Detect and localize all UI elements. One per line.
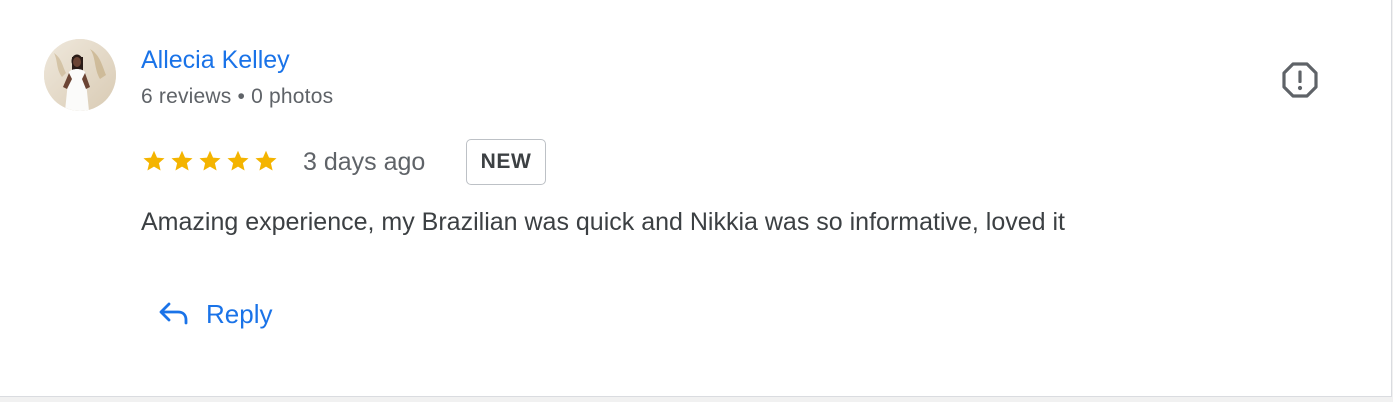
star-rating [141,146,279,176]
avatar[interactable] [44,39,116,111]
review-card: Allecia Kelley 6 reviews • 0 photos 3 da… [0,0,1392,397]
star-icon [171,150,193,171]
star-icon [227,150,249,171]
reply-arrow-icon [159,302,188,325]
reviewer-stats: 6 reviews • 0 photos [141,85,334,108]
reviewer-name[interactable]: Allecia Kelley [141,45,290,75]
report-review-button[interactable] [1281,61,1319,99]
review-text: Amazing experience, my Brazilian was qui… [141,208,1065,236]
review-time: 3 days ago [303,148,426,176]
report-icon [1282,62,1318,98]
avatar-photo [44,39,116,111]
reply-button[interactable]: Reply [148,288,282,340]
reply-label: Reply [206,299,273,329]
star-icon [143,150,165,171]
star-icon [255,150,277,171]
star-icon [199,150,221,171]
new-badge: NEW [466,139,546,185]
